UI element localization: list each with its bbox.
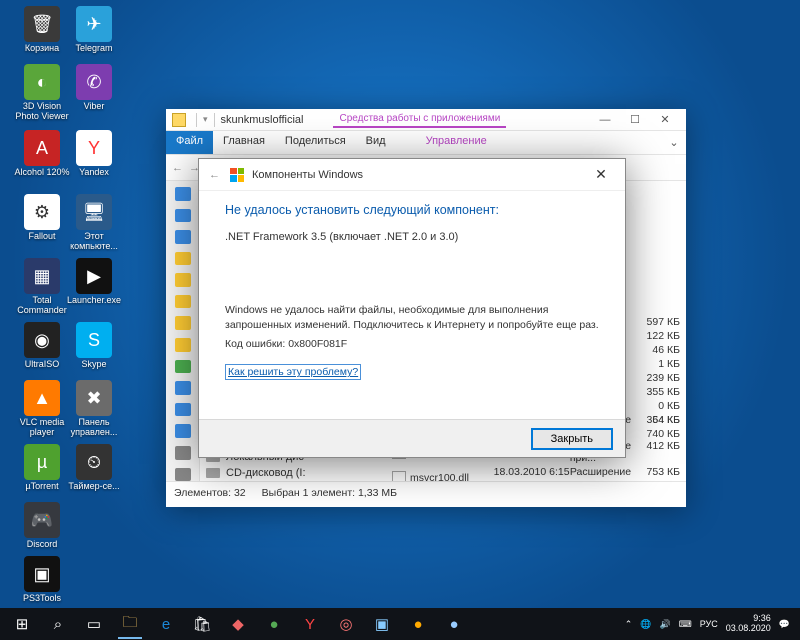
drive-item[interactable]: CD-дисковод (I: <box>206 465 306 481</box>
taskbar-yandex[interactable]: Y <box>292 609 328 639</box>
windows-features-dialog: ← Компоненты Windows ✕ Не удалось устано… <box>198 158 626 458</box>
network-icon[interactable]: 🌐 <box>640 619 651 630</box>
desktop-icon[interactable]: 🖥Этот компьюте... <box>66 194 122 252</box>
dialog-header[interactable]: ← Компоненты Windows ✕ <box>199 159 625 191</box>
status-elements: Элементов: 32 <box>174 487 246 499</box>
sidebar-item[interactable] <box>175 187 191 201</box>
ribbon-manage[interactable]: Управление <box>416 131 497 154</box>
dialog-description: Windows не удалось найти файлы, необходи… <box>225 303 599 332</box>
ribbon-home[interactable]: Главная <box>213 131 275 154</box>
volume-icon[interactable]: 🔊 <box>659 619 670 630</box>
taskbar-app3[interactable]: ◎ <box>328 609 364 639</box>
desktop-icon[interactable]: ✆Viber <box>66 64 122 112</box>
sidebar-item[interactable] <box>175 446 191 460</box>
desktop-icon[interactable]: 🗑Корзина <box>14 6 70 54</box>
down-arrow-icon[interactable]: ▾ <box>203 114 208 125</box>
dialog-heading: Не удалось установить следующий компонен… <box>225 203 599 217</box>
ribbon-file[interactable]: Файл <box>166 131 213 154</box>
sidebar-item[interactable] <box>175 273 191 287</box>
dialog-close-icon[interactable]: ✕ <box>587 166 615 183</box>
desktop-icon[interactable]: ▶Launcher.exe <box>66 258 122 306</box>
system-tray: ⌃ 🌐 🔊 ⌨ РУС 9:36 03.08.2020 💬 <box>625 614 796 634</box>
desktop-icon[interactable]: 🎮Discord <box>14 502 70 550</box>
taskbar-app5[interactable]: ● <box>400 609 436 639</box>
taskbar-app2[interactable]: ● <box>256 609 292 639</box>
desktop-icon[interactable]: ▦Total Commander <box>14 258 70 316</box>
folder-icon <box>172 113 186 127</box>
taskbar-app4[interactable]: ▣ <box>364 609 400 639</box>
desktop-icon[interactable]: ⏲Таймер-се... <box>66 444 122 492</box>
sidebar-item[interactable] <box>175 209 191 223</box>
minimize-button[interactable]: — <box>590 110 620 130</box>
dialog-back-icon[interactable]: ← <box>209 169 220 181</box>
dialog-help-link[interactable]: Как решить эту проблему? <box>225 364 361 380</box>
explorer-sidebar[interactable] <box>166 181 200 481</box>
sidebar-item[interactable] <box>175 424 191 438</box>
taskbar-start[interactable]: ⊞ <box>4 609 40 639</box>
ribbon: Файл Главная Поделиться Вид Управление ⌄ <box>166 131 686 155</box>
desktop-icon[interactable]: YYandex <box>66 130 122 178</box>
desktop-icon[interactable]: ✖Панель управлен... <box>66 380 122 438</box>
dialog-component: .NET Framework 3.5 (включает .NET 2.0 и … <box>225 231 599 243</box>
taskbar-explorer[interactable]: 🗀 <box>112 609 148 639</box>
sidebar-item[interactable] <box>175 295 191 309</box>
ribbon-share[interactable]: Поделиться <box>275 131 356 154</box>
status-selected: Выбран 1 элемент: 1,33 МБ <box>262 487 397 499</box>
taskbar-taskview[interactable]: ▭ <box>76 609 112 639</box>
sidebar-item[interactable] <box>175 338 191 352</box>
taskbar: ⊞⌕▭🗀e🛍◆●Y◎▣●● ⌃ 🌐 🔊 ⌨ РУС 9:36 03.08.202… <box>0 608 800 640</box>
sidebar-item[interactable] <box>175 360 191 374</box>
keyboard-icon[interactable]: ⌨ <box>679 619 692 630</box>
desktop-icon[interactable]: ◐3D Vision Photo Viewer <box>14 64 70 122</box>
sidebar-item[interactable] <box>175 381 191 395</box>
desktop-icon[interactable]: ▲VLC media player <box>14 380 70 438</box>
dialog-error-code: Код ошибки: 0x800F081F <box>225 338 599 350</box>
sidebar-item[interactable] <box>175 252 191 266</box>
taskbar-app1[interactable]: ◆ <box>220 609 256 639</box>
dialog-footer: Закрыть <box>199 419 625 457</box>
desktop-icon[interactable]: µµTorrent <box>14 444 70 492</box>
desktop-icon[interactable]: ⚙Fallout <box>14 194 70 242</box>
notifications-icon[interactable]: 💬 <box>779 619 790 630</box>
explorer-titlebar[interactable]: ▾ skunkmuslofficial Средства работы с пр… <box>166 109 686 131</box>
desktop-icon[interactable]: AAlcohol 120% <box>14 130 70 178</box>
taskbar-app6[interactable]: ● <box>436 609 472 639</box>
ribbon-expand[interactable]: ⌄ <box>662 131 686 154</box>
desktop-icon[interactable]: SSkype <box>66 322 122 370</box>
app-tools-tab[interactable]: Средства работы с приложениями <box>333 111 506 128</box>
maximize-button[interactable]: ☐ <box>620 110 650 130</box>
language-indicator[interactable]: РУС <box>700 619 718 629</box>
desktop-icon[interactable]: ✈Telegram <box>66 6 122 54</box>
tray-chevron-icon[interactable]: ⌃ <box>625 619 633 630</box>
sidebar-item[interactable] <box>175 316 191 330</box>
windows-logo-icon <box>230 168 244 182</box>
close-button[interactable]: ✕ <box>650 110 680 130</box>
taskbar-search[interactable]: ⌕ <box>40 609 76 639</box>
size-column: 597 КБ122 КБ46 КБ1 КБ239 КБ355 КБ0 КБ364… <box>634 181 680 441</box>
sidebar-item[interactable] <box>175 403 191 417</box>
close-button[interactable]: Закрыть <box>531 428 613 450</box>
status-bar: Элементов: 32 Выбран 1 элемент: 1,33 МБ <box>166 481 686 503</box>
sidebar-item[interactable] <box>175 468 191 482</box>
desktop-icon[interactable]: ◉UltraISO <box>14 322 70 370</box>
clock[interactable]: 9:36 03.08.2020 <box>726 614 771 634</box>
ribbon-view[interactable]: Вид <box>356 131 396 154</box>
desktop-icon[interactable]: ▣PS3Tools <box>14 556 70 604</box>
taskbar-edge[interactable]: e <box>148 609 184 639</box>
nav-back-icon[interactable]: ← <box>172 162 183 174</box>
dialog-title: Компоненты Windows <box>252 169 363 181</box>
window-title: skunkmuslofficial <box>221 114 304 126</box>
file-row[interactable]: msvcr100.dll18.03.2010 6:15Расширение пр… <box>386 465 686 481</box>
taskbar-store[interactable]: 🛍 <box>184 609 220 639</box>
sidebar-item[interactable] <box>175 230 191 244</box>
